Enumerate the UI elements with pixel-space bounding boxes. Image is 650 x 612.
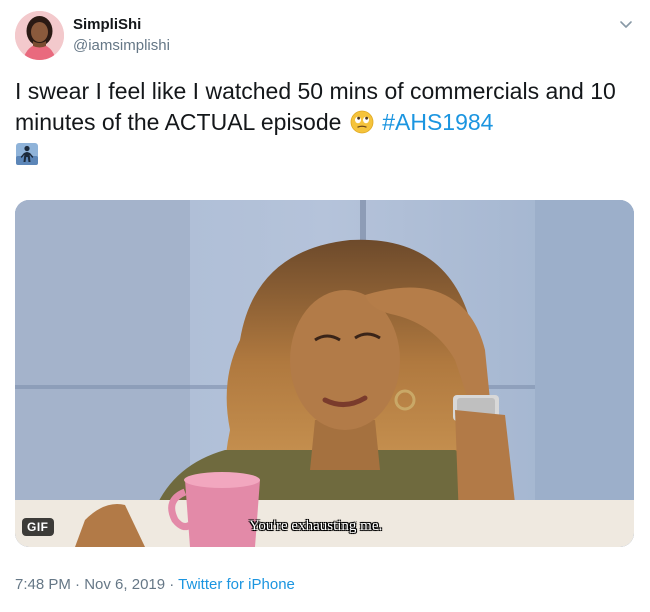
tweet-time[interactable]: 7:48 PM xyxy=(15,576,71,593)
gif-caption: You're exhausting me. xyxy=(249,518,383,534)
meta-separator: · xyxy=(70,576,85,593)
gif-badge: GIF xyxy=(22,518,54,536)
meta-separator: · xyxy=(165,576,179,593)
ghost-silhouette-icon xyxy=(15,142,39,166)
tweet-date[interactable]: Nov 6, 2019 xyxy=(84,576,165,593)
tweet-text-body: I swear I feel like I watched 50 mins of… xyxy=(15,78,616,135)
tweet-card: SimpliShi @iamsimplishi I swear I feel l… xyxy=(0,0,650,612)
tweet-text: I swear I feel like I watched 50 mins of… xyxy=(15,76,635,166)
face-with-rolling-eyes-icon xyxy=(350,110,374,134)
gif-frame-image xyxy=(15,200,634,547)
user-handle[interactable]: @iamsimplishi xyxy=(73,37,170,54)
hashtag-link[interactable]: #AHS1984 xyxy=(382,109,493,135)
avatar-image xyxy=(15,11,64,60)
tweet-metadata: 7:48 PM · Nov 6, 2019 · Twitter for iPho… xyxy=(15,576,295,593)
avatar[interactable] xyxy=(15,11,64,60)
tweet-source-link[interactable]: Twitter for iPhone xyxy=(178,576,295,593)
display-name[interactable]: SimpliShi xyxy=(73,16,141,33)
chevron-down-icon[interactable] xyxy=(616,14,636,34)
gif-media[interactable]: GIF You're exhausting me. xyxy=(15,200,634,547)
